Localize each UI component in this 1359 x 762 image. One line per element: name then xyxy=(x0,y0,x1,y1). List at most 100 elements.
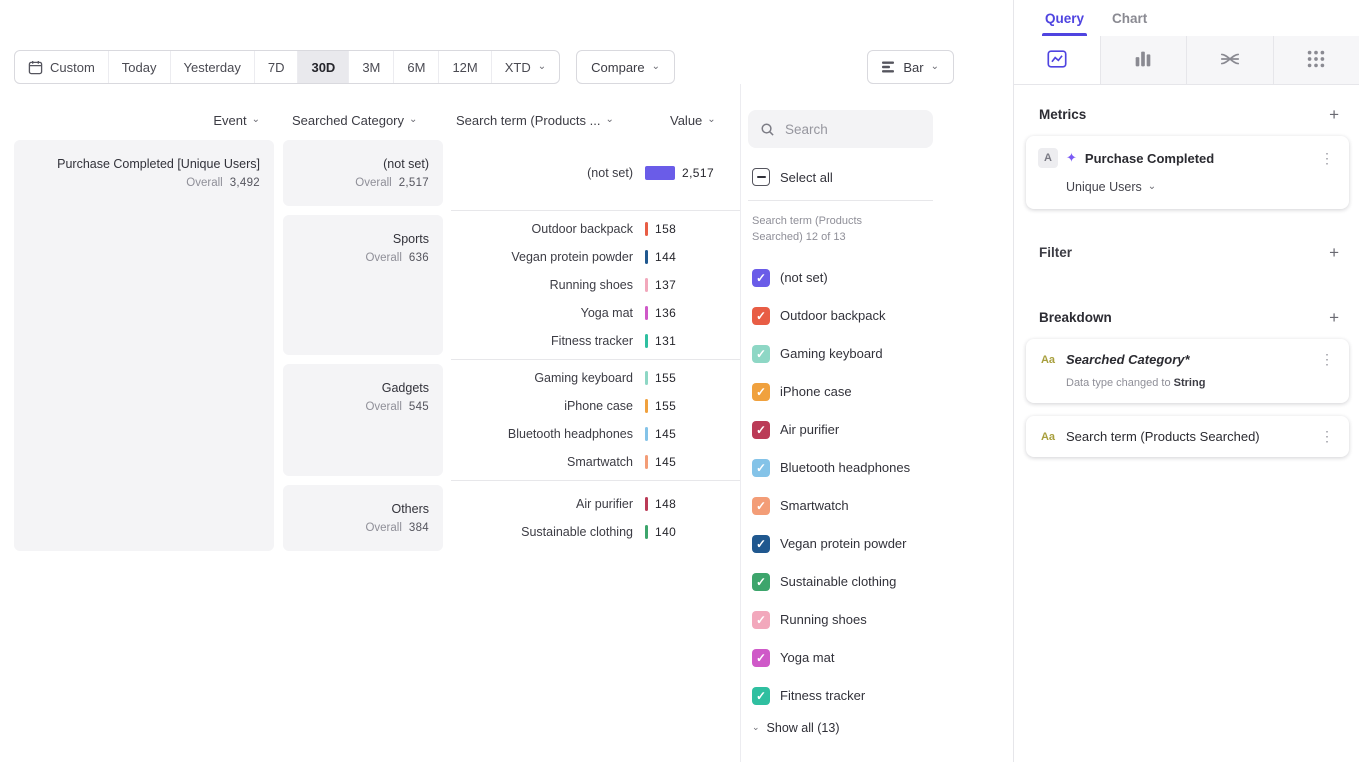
date-range-xtd[interactable]: XTD ⌄ xyxy=(491,51,559,83)
column-header-term[interactable]: Search term (Products ... ⌄ xyxy=(451,113,670,128)
value-bar[interactable] xyxy=(645,306,648,320)
value-bar[interactable] xyxy=(645,371,648,385)
date-range-today[interactable]: Today xyxy=(108,51,170,83)
category-cell[interactable]: Gadgets Overall545 xyxy=(283,364,443,476)
report-type-retention-tab[interactable] xyxy=(1274,36,1359,84)
legend-item[interactable]: ✓ Air purifier xyxy=(748,411,1013,449)
legend-item-checkbox[interactable]: ✓ xyxy=(752,649,770,667)
chart-type-button[interactable]: Bar ⌄ xyxy=(867,50,954,84)
date-range-30d[interactable]: 30D xyxy=(297,51,348,83)
tab-chart[interactable]: Chart xyxy=(1112,0,1147,36)
term-row[interactable]: Air purifier 148 xyxy=(451,490,740,518)
legend-search-box[interactable] xyxy=(748,110,933,148)
term-row[interactable]: Sustainable clothing 140 xyxy=(451,518,740,546)
show-all-button[interactable]: ⌄ Show all (13) xyxy=(752,721,1013,735)
term-row[interactable]: (not set) 2,517 xyxy=(451,159,740,187)
legend-item[interactable]: ✓ Outdoor backpack xyxy=(748,297,1013,335)
legend-caption: Search term (Products Searched) 12 of 13 xyxy=(752,214,912,246)
legend-item-checkbox[interactable]: ✓ xyxy=(752,459,770,477)
event-cell[interactable]: Purchase Completed [Unique Users] Overal… xyxy=(14,140,274,551)
value-bar[interactable] xyxy=(645,497,648,511)
column-header-value[interactable]: Value ⌄ xyxy=(670,113,716,128)
value-label: 145 xyxy=(655,427,676,441)
legend-item[interactable]: ✓ Fitness tracker xyxy=(748,677,1013,715)
category-cell[interactable]: Sports Overall636 xyxy=(283,215,443,355)
report-type-flows-tab[interactable] xyxy=(1187,36,1274,84)
legend-item-checkbox[interactable]: ✓ xyxy=(752,307,770,325)
add-metric-button[interactable]: + xyxy=(1329,106,1339,123)
date-range-3m[interactable]: 3M xyxy=(348,51,393,83)
legend-item-checkbox[interactable]: ✓ xyxy=(752,611,770,629)
legend-item-checkbox[interactable]: ✓ xyxy=(752,383,770,401)
metric-card[interactable]: A ✦ Purchase Completed ⋮ Unique Users ⌄ xyxy=(1026,136,1349,209)
legend-item[interactable]: ✓ Vegan protein powder xyxy=(748,525,1013,563)
value-bar[interactable] xyxy=(645,455,648,469)
value-bar[interactable] xyxy=(645,334,648,348)
kebab-menu-icon[interactable]: ⋮ xyxy=(1317,428,1337,445)
term-row[interactable]: Gaming keyboard 155 xyxy=(451,364,740,392)
line-chart-icon xyxy=(1046,48,1068,73)
legend-item-checkbox[interactable]: ✓ xyxy=(752,345,770,363)
column-header-event[interactable]: Event ⌄ xyxy=(14,113,274,128)
metric-event-name[interactable]: Purchase Completed xyxy=(1085,151,1309,166)
term-row[interactable]: Yoga mat 136 xyxy=(451,299,740,327)
tab-query[interactable]: Query xyxy=(1045,0,1084,36)
category-group: Sports Overall636 Outdoor backpack 158 V… xyxy=(283,215,740,355)
term-row[interactable]: Vegan protein powder 144 xyxy=(451,243,740,271)
date-range-12m[interactable]: 12M xyxy=(438,51,490,83)
term-row[interactable]: iPhone case 155 xyxy=(451,392,740,420)
legend-search-input[interactable] xyxy=(783,121,921,138)
select-all-row[interactable]: Select all xyxy=(752,168,1013,186)
legend-item[interactable]: ✓ iPhone case xyxy=(748,373,1013,411)
breakdown-card[interactable]: Aa Searched Category* ⋮ Data type change… xyxy=(1026,339,1349,403)
legend-item-checkbox[interactable]: ✓ xyxy=(752,687,770,705)
breakdown-card[interactable]: Aa Search term (Products Searched) ⋮ xyxy=(1026,416,1349,457)
value-bar[interactable] xyxy=(645,222,648,236)
column-header-category[interactable]: Searched Category ⌄ xyxy=(283,113,443,128)
legend-item-checkbox[interactable]: ✓ xyxy=(752,573,770,591)
report-type-funnels-tab[interactable] xyxy=(1101,36,1188,84)
category-cell[interactable]: Others Overall384 xyxy=(283,485,443,551)
term-row[interactable]: Fitness tracker 131 xyxy=(451,327,740,355)
calendar-icon xyxy=(28,60,43,75)
value-bar[interactable] xyxy=(645,427,648,441)
compare-button[interactable]: Compare ⌄ xyxy=(576,50,675,84)
value-bar[interactable] xyxy=(645,166,675,180)
date-range-custom[interactable]: Custom xyxy=(15,51,108,83)
legend-item[interactable]: ✓ Yoga mat xyxy=(748,639,1013,677)
breakdown-property-name[interactable]: Search term (Products Searched) xyxy=(1066,429,1309,444)
term-row[interactable]: Outdoor backpack 158 xyxy=(451,215,740,243)
value-bar[interactable] xyxy=(645,399,648,413)
legend-item[interactable]: ✓ Running shoes xyxy=(748,601,1013,639)
category-cell[interactable]: (not set) Overall2,517 xyxy=(283,140,443,206)
add-filter-button[interactable]: + xyxy=(1329,244,1339,261)
kebab-menu-icon[interactable]: ⋮ xyxy=(1317,351,1337,368)
date-range-6m[interactable]: 6M xyxy=(393,51,438,83)
date-range-yesterday[interactable]: Yesterday xyxy=(170,51,254,83)
legend-item[interactable]: ✓ Smartwatch xyxy=(748,487,1013,525)
term-row[interactable]: Running shoes 137 xyxy=(451,271,740,299)
legend-item[interactable]: ✓ Sustainable clothing xyxy=(748,563,1013,601)
query-builder: Metrics + A ✦ Purchase Completed ⋮ Uniqu… xyxy=(1014,85,1359,457)
flows-icon xyxy=(1219,48,1241,73)
legend-item-checkbox[interactable]: ✓ xyxy=(752,421,770,439)
breakdown-property-name[interactable]: Searched Category* xyxy=(1066,352,1309,367)
term-row[interactable]: Bluetooth headphones 145 xyxy=(451,420,740,448)
value-bar[interactable] xyxy=(645,525,648,539)
measure-selector[interactable]: Unique Users ⌄ xyxy=(1066,180,1337,194)
date-range-7d[interactable]: 7D xyxy=(254,51,298,83)
add-breakdown-button[interactable]: + xyxy=(1329,309,1339,326)
value-bar[interactable] xyxy=(645,250,648,264)
column-headers: Event ⌄ Searched Category ⌄ Search term … xyxy=(14,110,740,130)
legend-item-checkbox[interactable]: ✓ xyxy=(752,269,770,287)
legend-item-checkbox[interactable]: ✓ xyxy=(752,497,770,515)
legend-item[interactable]: ✓ Gaming keyboard xyxy=(748,335,1013,373)
legend-item[interactable]: ✓ (not set) xyxy=(748,259,1013,297)
legend-item-checkbox[interactable]: ✓ xyxy=(752,535,770,553)
select-all-checkbox[interactable] xyxy=(752,168,770,186)
value-bar[interactable] xyxy=(645,278,648,292)
kebab-menu-icon[interactable]: ⋮ xyxy=(1317,150,1337,167)
term-row[interactable]: Smartwatch 145 xyxy=(451,448,740,476)
report-type-insights-tab[interactable] xyxy=(1014,36,1101,84)
legend-item[interactable]: ✓ Bluetooth headphones xyxy=(748,449,1013,487)
